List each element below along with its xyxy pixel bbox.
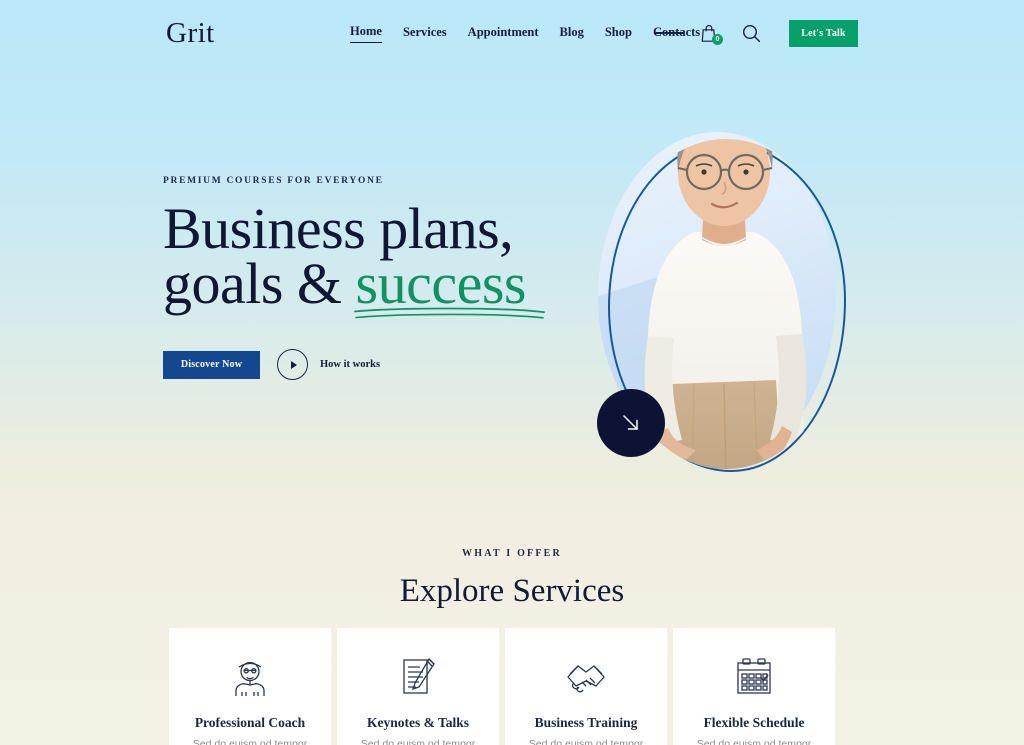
lets-talk-button[interactable]: Let's Talk (789, 19, 858, 47)
cart-count-badge: 0 (712, 34, 723, 45)
hero-title-accent-wrapper: success (353, 254, 545, 319)
portrait-face (678, 139, 770, 226)
nav-item-home[interactable]: Home (350, 24, 382, 43)
service-card-title: Business Training (534, 715, 638, 730)
service-card-keynotes-talks[interactable]: Keynotes & Talks Sed do euism od tempor (337, 628, 499, 745)
service-card-title: Professional Coach (194, 715, 306, 730)
service-card-professional-coach[interactable]: Professional Coach Sed do euism od tempo… (169, 628, 331, 745)
service-card-title: Keynotes & Talks (366, 715, 470, 730)
underline-swoosh-icon (353, 307, 545, 319)
services-section: WHAT I OFFER Explore Services Profession… (0, 548, 1024, 745)
calendar-icon (734, 655, 774, 699)
header-tools: 0 Let's Talk (654, 19, 858, 47)
hero-content: PREMIUM COURSES FOR EVERYONE Business pl… (163, 176, 583, 381)
services-eyebrow: WHAT I OFFER (462, 548, 562, 559)
hero-eyebrow: PREMIUM COURSES FOR EVERYONE (163, 176, 384, 186)
play-triangle-glyph (290, 360, 297, 369)
service-card-subtitle: Sed do euism od tempor (528, 738, 644, 745)
how-it-works-button[interactable]: How it works (277, 349, 381, 381)
nav-item-shop[interactable]: Shop (605, 25, 632, 43)
landing-page: Grit Home Services Appointment Blog Shop… (0, 0, 1024, 745)
site-logo[interactable]: Grit (166, 17, 215, 50)
hero-cta-group: Discover Now How it works (163, 349, 583, 381)
arrow-down-right-glyph (623, 415, 638, 430)
document-pen-icon (398, 655, 438, 699)
hero-title-line2: goals & success (163, 254, 583, 319)
coach-person-icon (230, 655, 270, 699)
hero-title: Business plans, goals & success (163, 200, 583, 319)
search-glyph (742, 24, 760, 42)
nav-item-appointment[interactable]: Appointment (468, 25, 539, 43)
handshake-icon (564, 655, 608, 699)
play-icon (277, 349, 308, 381)
how-it-works-label: How it works (320, 359, 381, 371)
service-card-subtitle: Sed do euism od tempor (360, 738, 476, 745)
services-title: Explore Services (399, 573, 625, 609)
hero-visual (586, 84, 862, 480)
main-navigation: Home Services Appointment Blog Shop Cont… (350, 24, 700, 43)
services-card-list: Professional Coach Sed do euism od tempo… (169, 628, 856, 745)
service-card-subtitle: Sed do euism od tempor (696, 738, 812, 745)
service-card-subtitle: Sed do euism od tempor (192, 738, 308, 745)
site-header: Grit Home Services Appointment Blog Shop… (0, 0, 1024, 66)
service-card-title: Flexible Schedule (703, 715, 805, 730)
hero-title-prefix: goals & (163, 250, 356, 316)
search-icon[interactable] (736, 19, 766, 47)
discover-now-button[interactable]: Discover Now (163, 350, 260, 379)
nav-item-services[interactable]: Services (403, 25, 447, 43)
shopping-bag-icon[interactable]: 0 (696, 20, 723, 46)
service-card-flexible-schedule[interactable]: Flexible Schedule Sed do euism od tempor (673, 628, 835, 745)
nav-item-blog[interactable]: Blog (560, 25, 584, 43)
arrow-down-right-icon[interactable] (597, 389, 665, 457)
service-card-business-training[interactable]: Business Training Sed do euism od tempor (505, 628, 667, 745)
hamburger-menu-icon[interactable] (654, 19, 684, 47)
